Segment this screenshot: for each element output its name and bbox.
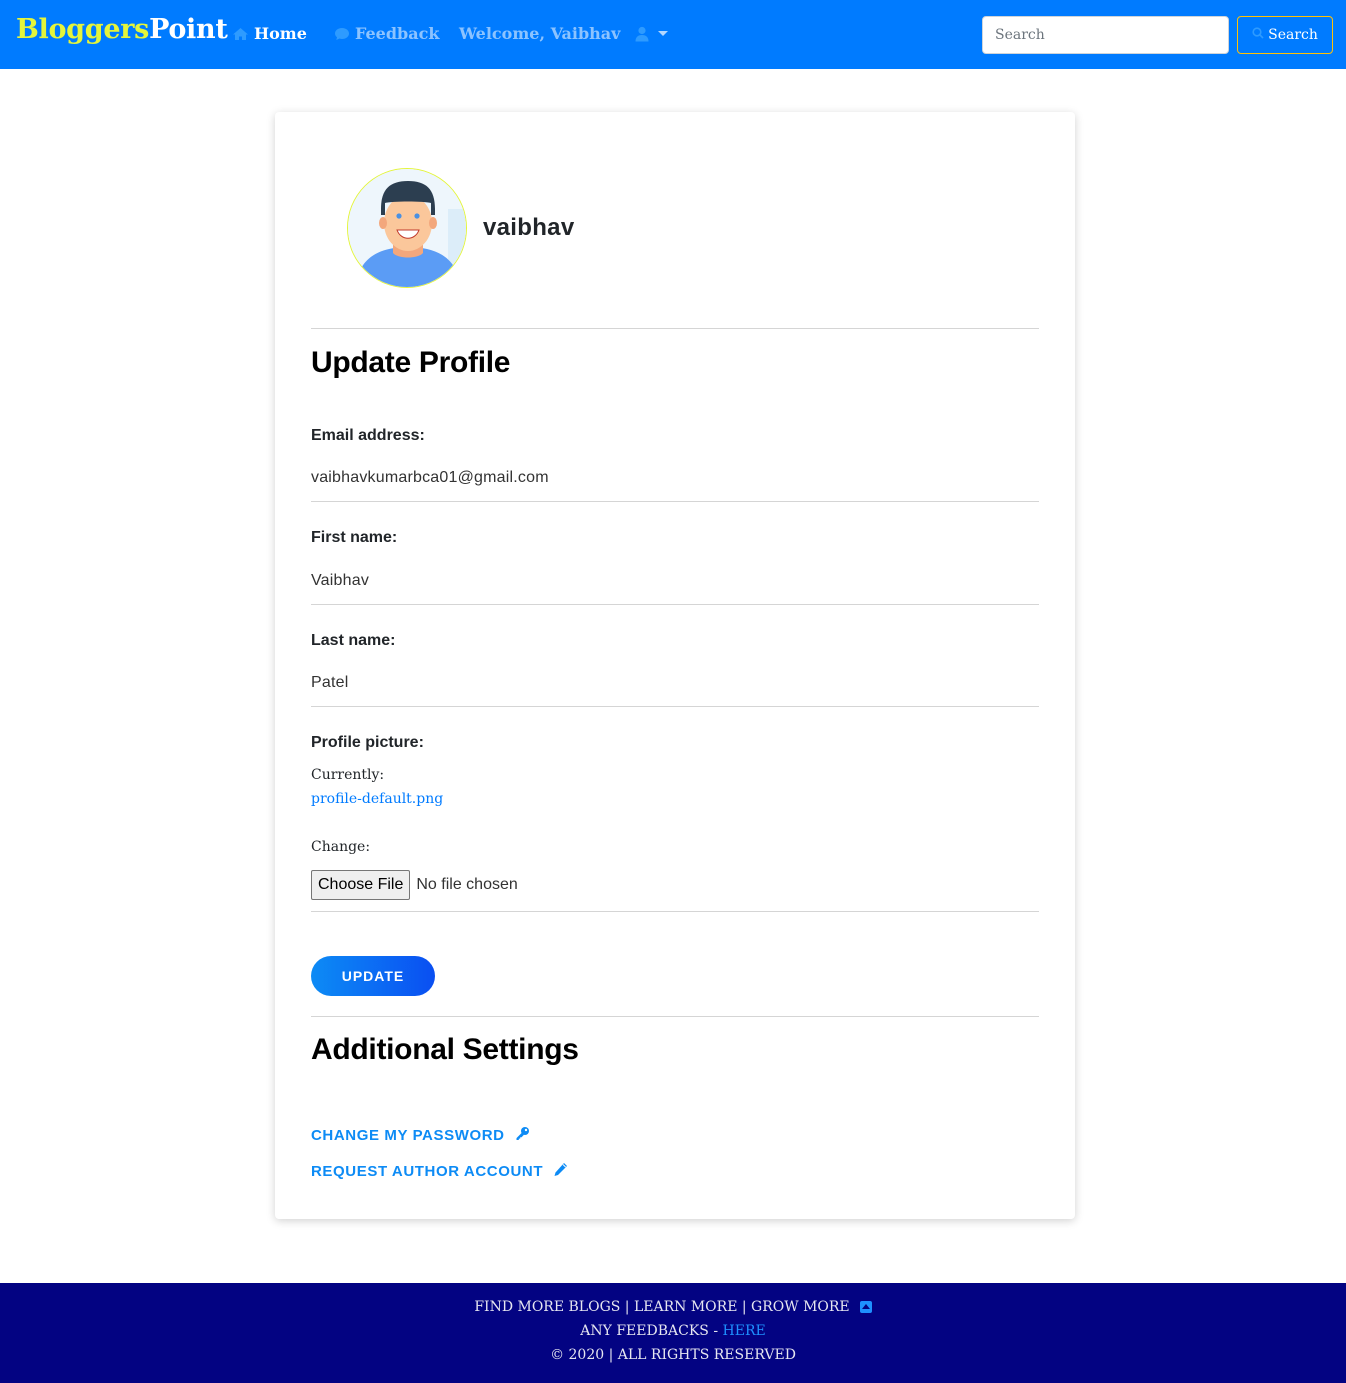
- comment-icon: [334, 27, 350, 41]
- file-input: Choose File No file chosen: [311, 870, 518, 900]
- last-name-field[interactable]: Patel: [311, 674, 348, 692]
- divider: [311, 1016, 1039, 1017]
- navbar: BloggersPoint Home Feedback Welcome, Vai…: [0, 0, 1346, 69]
- nav-welcome-label: Welcome, Vaibhav: [459, 24, 621, 43]
- nav-home-link[interactable]: Home: [232, 24, 307, 43]
- home-icon: [232, 27, 249, 41]
- pencil-icon: [553, 1162, 568, 1181]
- chevron-down-icon: [658, 31, 669, 36]
- request-author-label: REQUEST AUTHOR ACCOUNT: [311, 1163, 544, 1180]
- additional-settings-heading: Additional Settings: [311, 1033, 579, 1066]
- email-label: Email address:: [311, 427, 425, 444]
- brand-part2: Point: [149, 14, 228, 45]
- key-icon: [515, 1126, 530, 1145]
- user-icon: [635, 26, 649, 42]
- current-picture-link[interactable]: profile-default.png: [311, 791, 443, 807]
- request-author-link[interactable]: REQUEST AUTHOR ACCOUNT: [311, 1162, 568, 1181]
- footer-copyright: © 2020 | ALL RIGHTS RESERVED: [550, 1347, 796, 1363]
- footer-feedback-line: ANY FEEDBACKS - HERE: [0, 1323, 1346, 1339]
- first-name-label: First name:: [311, 529, 398, 546]
- profile-picture-label: Profile picture:: [311, 734, 424, 751]
- footer-feedback-link[interactable]: HERE: [723, 1323, 766, 1339]
- avatar: [347, 168, 467, 288]
- last-name-field-underline: [311, 706, 1039, 707]
- choose-file-button[interactable]: Choose File: [311, 870, 411, 900]
- divider: [311, 328, 1039, 329]
- change-label: Change:: [311, 839, 371, 855]
- change-password-link[interactable]: CHANGE MY PASSWORD: [311, 1126, 530, 1145]
- footer-tagline: FIND MORE BLOGS | LEARN MORE | GROW MORE: [0, 1299, 1346, 1315]
- search-icon: [1252, 27, 1264, 43]
- profile-username: vaibhav: [483, 214, 575, 241]
- footer: FIND MORE BLOGS | LEARN MORE | GROW MORE…: [0, 1283, 1346, 1383]
- profile-card: vaibhav Update Profile Email address: va…: [275, 112, 1075, 1219]
- nav-feedback-label: Feedback: [355, 24, 440, 43]
- file-field-underline: [311, 911, 1039, 912]
- nav-home-label: Home: [254, 24, 307, 43]
- nav-feedback-link[interactable]: Feedback: [334, 24, 439, 43]
- search-button[interactable]: Search: [1237, 16, 1333, 54]
- update-profile-heading: Update Profile: [311, 346, 511, 379]
- brand-part1: Bloggers: [16, 14, 150, 45]
- currently-label: Currently:: [311, 767, 385, 783]
- user-dropdown-toggle[interactable]: Welcome, Vaibhav: [459, 24, 669, 43]
- first-name-field-underline: [311, 604, 1039, 605]
- change-password-label: CHANGE MY PASSWORD: [311, 1127, 505, 1144]
- footer-feedback-text: ANY FEEDBACKS -: [580, 1323, 723, 1339]
- last-name-label: Last name:: [311, 632, 396, 649]
- email-field-underline: [311, 501, 1039, 502]
- search-button-label: Search: [1268, 27, 1318, 43]
- footer-tagline-text: FIND MORE BLOGS | LEARN MORE | GROW MORE: [474, 1299, 850, 1315]
- arrow-up-square-icon[interactable]: [859, 1301, 872, 1313]
- update-button[interactable]: UPDATE: [311, 956, 435, 996]
- search-input[interactable]: [982, 16, 1229, 54]
- email-field[interactable]: vaibhavkumarbca01@gmail.com: [311, 469, 549, 487]
- no-file-chosen-text: No file chosen: [416, 876, 518, 893]
- first-name-field[interactable]: Vaibhav: [311, 572, 369, 590]
- brand-logo[interactable]: BloggersPoint: [16, 14, 228, 45]
